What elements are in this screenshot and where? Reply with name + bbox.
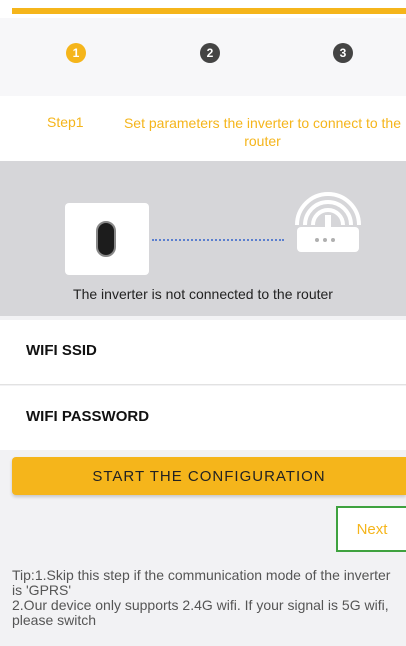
wifi-ssid-label: WIFI SSID: [26, 342, 97, 359]
tip-line-1: Tip:1.Skip this step if the communicatio…: [12, 567, 391, 598]
step-label: Step1: [47, 114, 84, 130]
wifi-signal-icon: [295, 192, 361, 227]
start-configuration-button[interactable]: START THE CONFIGURATION: [12, 457, 406, 495]
connection-illustration: The inverter is not connected to the rou…: [0, 161, 406, 316]
router-led-icon: [323, 238, 327, 242]
step-header: Step1 Set parameters the inverter to con…: [0, 96, 406, 161]
inverter-icon: [65, 203, 149, 275]
tip-line-2: 2.Our device only supports 2.4G wifi. If…: [12, 597, 389, 628]
connection-status-text: The inverter is not connected to the rou…: [73, 286, 333, 302]
step-indicator: 1 2 3: [0, 18, 406, 96]
next-button[interactable]: Next: [336, 506, 406, 552]
step-1-badge: 1: [66, 43, 86, 63]
step-2-badge: 2: [200, 43, 220, 63]
router-led-icon: [331, 238, 335, 242]
step-3-badge: 3: [333, 43, 353, 63]
field-divider: [0, 384, 406, 385]
top-accent-bar: [12, 8, 406, 14]
connection-dotted-line: [152, 239, 284, 241]
router-led-icon: [315, 238, 319, 242]
router-icon: [291, 189, 365, 255]
wifi-password-label: WIFI PASSWORD: [26, 408, 150, 425]
router-body: [297, 227, 359, 252]
inverter-display-icon: [96, 221, 116, 257]
top-bar: [0, 0, 406, 18]
wifi-ssid-field[interactable]: WIFI SSID: [0, 320, 406, 384]
tips-text: Tip:1.Skip this step if the communicatio…: [12, 568, 402, 628]
wifi-password-field[interactable]: WIFI PASSWORD: [0, 386, 406, 450]
step-description: Set parameters the inverter to connect t…: [123, 115, 402, 149]
